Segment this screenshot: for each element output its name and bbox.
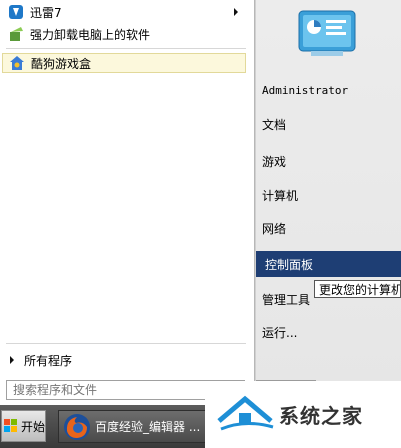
house-logo-icon xyxy=(217,395,275,435)
menu-item-computer[interactable]: 计算机 xyxy=(262,187,298,204)
control-panel-picture-icon[interactable] xyxy=(297,9,357,59)
program-item-uninstall[interactable]: 强力卸载电脑上的软件 xyxy=(2,24,246,44)
program-item-xunlei[interactable]: 迅雷7 xyxy=(2,2,246,22)
taskbar-button-label: 百度经验_编辑器 ... xyxy=(95,420,201,434)
submenu-arrow-icon xyxy=(234,8,238,16)
taskbar-button-firefox[interactable]: 百度经验_编辑器 ... xyxy=(58,410,206,443)
start-button[interactable]: 开始 xyxy=(1,410,46,442)
separator xyxy=(6,343,246,344)
username[interactable]: Administrator xyxy=(262,84,348,97)
program-label: 迅雷7 xyxy=(30,5,62,20)
windows-logo-icon xyxy=(4,419,18,433)
program-item-kugou-game[interactable]: 酷狗游戏盒 xyxy=(2,53,246,73)
tooltip: 更改您的计算机 xyxy=(314,280,401,298)
start-label: 开始 xyxy=(21,419,46,434)
firefox-icon xyxy=(63,413,91,441)
programs-panel: 迅雷7 强力卸载电脑上的软件 酷狗游戏盒 所有程序 xyxy=(0,0,255,405)
program-label: 酷狗游戏盒 xyxy=(31,56,92,71)
separator xyxy=(6,48,246,49)
start-menu: 迅雷7 强力卸载电脑上的软件 酷狗游戏盒 所有程序 搜索程序和文件 Admini… xyxy=(0,0,401,405)
watermark: 系统之家 xyxy=(205,381,401,448)
menu-item-network[interactable]: 网络 xyxy=(262,220,286,237)
kugou-game-icon xyxy=(9,55,25,71)
program-label: 强力卸载电脑上的软件 xyxy=(30,27,151,42)
menu-item-run[interactable]: 运行... xyxy=(262,324,297,341)
xunlei-icon xyxy=(8,4,24,20)
uninstall-icon xyxy=(8,26,24,42)
menu-item-control-panel[interactable]: 控制面板 xyxy=(256,251,401,277)
all-programs-button[interactable]: 所有程序 xyxy=(4,350,250,370)
expand-arrow-icon xyxy=(10,356,14,364)
menu-item-admin-tools[interactable]: 管理工具 xyxy=(262,291,310,308)
menu-item-label: 控制面板 xyxy=(265,257,314,272)
watermark-text: 系统之家 xyxy=(279,404,363,428)
all-programs-label: 所有程序 xyxy=(24,353,73,368)
menu-item-games[interactable]: 游戏 xyxy=(262,153,286,170)
menu-item-documents[interactable]: 文档 xyxy=(262,116,286,133)
